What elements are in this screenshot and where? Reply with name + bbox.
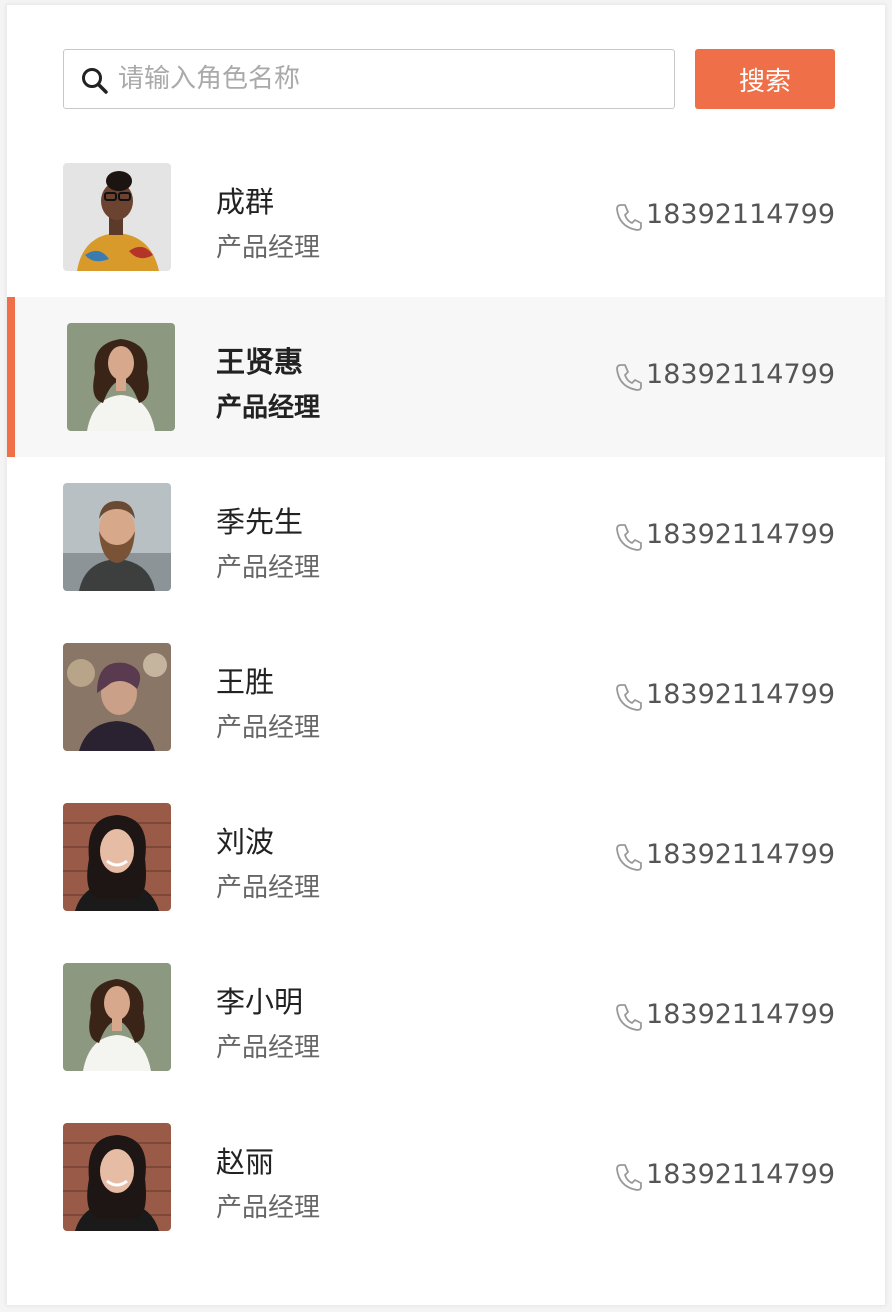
contact-row[interactable]: 王胜 产品经理 18392114799 bbox=[7, 617, 885, 777]
contact-phone[interactable]: 18392114799 bbox=[646, 999, 835, 1030]
contact-list: 成群 产品经理 18392114799 王贤惠 产品经理 18392114799… bbox=[7, 137, 885, 1257]
contact-role: 产品经理 bbox=[216, 1033, 321, 1063]
search-button[interactable]: 搜索 bbox=[695, 49, 835, 109]
contact-phone[interactable]: 18392114799 bbox=[646, 1159, 835, 1190]
search-icon bbox=[82, 68, 108, 94]
contact-row[interactable]: 成群 产品经理 18392114799 bbox=[7, 137, 885, 297]
contact-name: 季先生 bbox=[216, 505, 304, 539]
contact-name: 王贤惠 bbox=[216, 345, 304, 379]
contact-phone[interactable]: 18392114799 bbox=[646, 359, 835, 390]
avatar bbox=[63, 1123, 171, 1231]
contact-phone[interactable]: 18392114799 bbox=[646, 519, 835, 550]
contact-role: 产品经理 bbox=[216, 553, 321, 583]
search-box[interactable] bbox=[63, 49, 675, 109]
avatar bbox=[63, 643, 171, 751]
search-bar: 搜索 bbox=[63, 49, 835, 109]
contact-name: 赵丽 bbox=[216, 1145, 275, 1179]
contact-phone[interactable]: 18392114799 bbox=[646, 199, 835, 230]
contact-row[interactable]: 季先生 产品经理 18392114799 bbox=[7, 457, 885, 617]
contact-phone[interactable]: 18392114799 bbox=[646, 679, 835, 710]
contact-role: 产品经理 bbox=[216, 873, 321, 903]
phone-icon bbox=[616, 524, 642, 551]
contact-row[interactable]: 李小明 产品经理 18392114799 bbox=[7, 937, 885, 1097]
phone-icon bbox=[616, 204, 642, 231]
phone-icon bbox=[616, 1164, 642, 1191]
contact-name: 刘波 bbox=[216, 825, 275, 859]
phone-icon bbox=[616, 684, 642, 711]
phone-icon bbox=[616, 1004, 642, 1031]
contact-row[interactable]: 刘波 产品经理 18392114799 bbox=[7, 777, 885, 937]
contact-card: 搜索 成群 产品经理 1839 bbox=[6, 4, 886, 1306]
avatar bbox=[67, 323, 175, 431]
avatar bbox=[63, 483, 171, 591]
search-input[interactable] bbox=[118, 50, 658, 108]
contact-role: 产品经理 bbox=[216, 1193, 321, 1223]
contact-name: 李小明 bbox=[216, 985, 304, 1019]
avatar bbox=[63, 163, 171, 271]
avatar bbox=[63, 803, 171, 911]
avatar bbox=[63, 963, 171, 1071]
contact-role: 产品经理 bbox=[216, 393, 321, 423]
contact-name: 王胜 bbox=[216, 665, 275, 699]
contact-name: 成群 bbox=[216, 185, 275, 219]
contact-role: 产品经理 bbox=[216, 233, 321, 263]
contact-row-selected[interactable]: 王贤惠 产品经理 18392114799 bbox=[7, 297, 885, 457]
phone-icon bbox=[616, 844, 642, 871]
contact-role: 产品经理 bbox=[216, 713, 321, 743]
phone-icon bbox=[616, 364, 642, 391]
contact-row[interactable]: 赵丽 产品经理 18392114799 bbox=[7, 1097, 885, 1257]
contact-phone[interactable]: 18392114799 bbox=[646, 839, 835, 870]
